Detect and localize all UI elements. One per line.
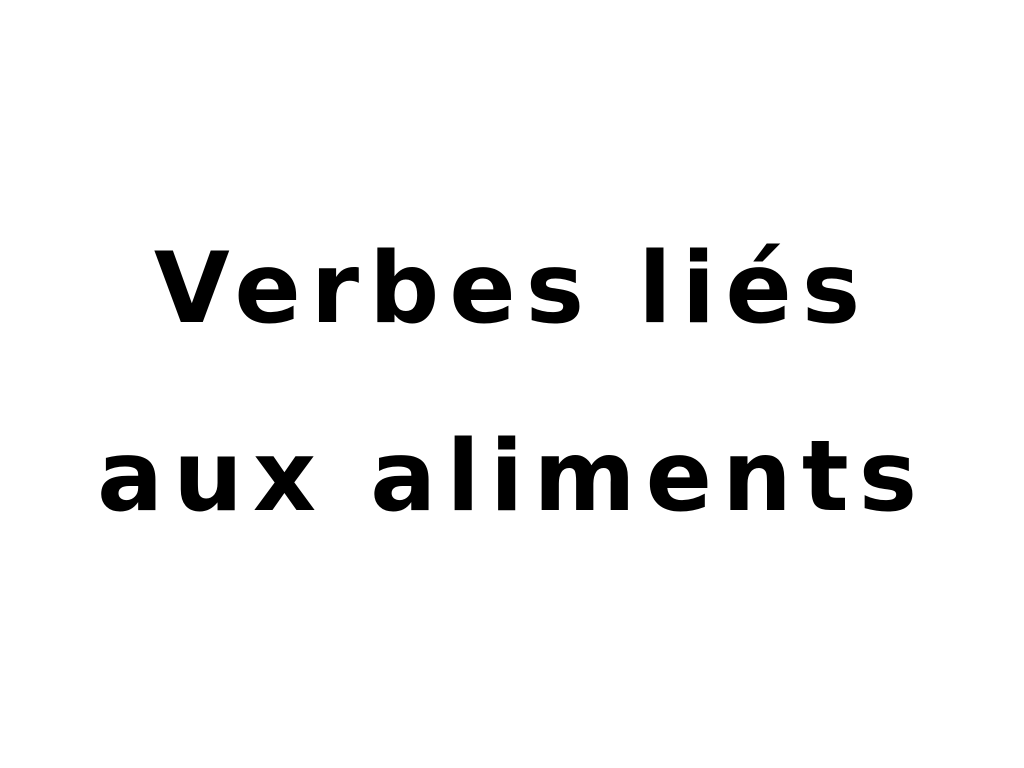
slide-title-line-2: aux aliments xyxy=(96,420,928,534)
slide: Verbes liés aux aliments xyxy=(0,0,1024,768)
slide-title-line-1: Verbes liés xyxy=(153,232,871,346)
